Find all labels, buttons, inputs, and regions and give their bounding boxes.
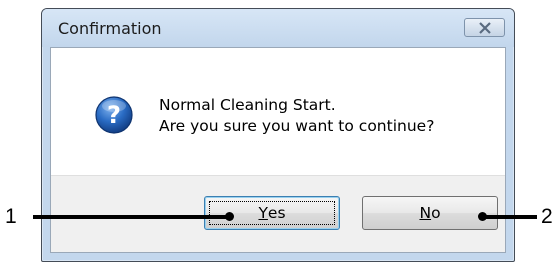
no-button[interactable]: No [362,196,498,230]
no-label-rest: o [431,204,441,222]
title-bar[interactable]: Confirmation [42,9,514,47]
message-line-1: Normal Cleaning Start. [159,96,336,114]
dialog-body: ? Normal Cleaning Start. Are you sure yo… [50,47,506,253]
button-bar: Yes No [51,175,505,252]
callout-number-1: 1 [5,205,17,228]
yes-button[interactable]: Yes [204,196,340,230]
callout-number-2: 2 [541,205,553,228]
message-line-2: Are you sure you want to continue? [159,117,435,135]
question-icon: ? [95,96,133,134]
close-icon [478,21,491,34]
dialog-message: Normal Cleaning Start. Are you sure you … [159,95,434,137]
callout-line-2 [482,215,537,219]
svg-text:?: ? [107,101,121,129]
confirmation-dialog: Confirmation ? Normal Cleaning Start. Ar… [41,8,515,262]
close-button[interactable] [464,18,505,37]
no-accelerator: N [419,204,432,222]
callout-line-1 [33,215,229,219]
callout-dot-1 [225,212,234,221]
dialog-title: Confirmation [58,19,162,38]
